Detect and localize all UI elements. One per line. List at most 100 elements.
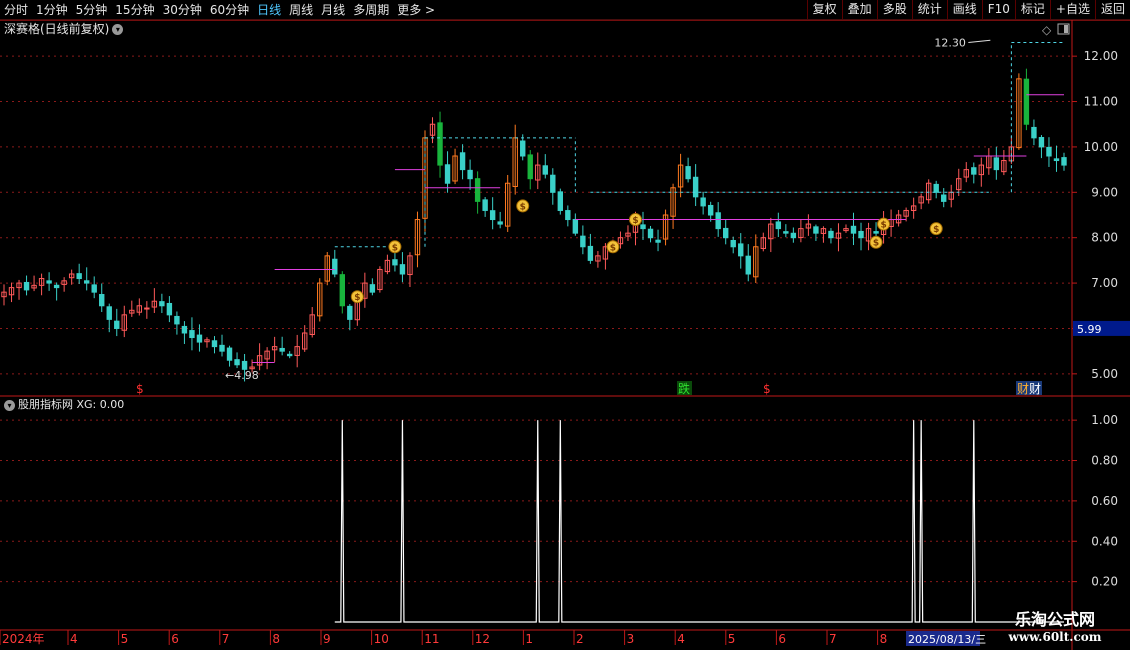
money-bag-icon: $ — [516, 199, 530, 213]
high-price-label: 12.30 — [934, 37, 966, 50]
money-bag-icon: $ — [350, 290, 364, 304]
candle-body — [565, 210, 571, 221]
time-label: 2 — [576, 632, 584, 646]
time-label: 7 — [222, 632, 230, 646]
candle-body — [1046, 146, 1052, 157]
candle-body — [707, 204, 714, 216]
candle-body — [723, 227, 729, 239]
candle-body — [459, 152, 466, 171]
chevron-down-icon[interactable]: ▾ — [4, 399, 15, 411]
time-label: 4 — [70, 632, 78, 646]
candle-body — [993, 157, 1000, 171]
price-tick-label: 10.00 — [1084, 140, 1118, 154]
candlesticks — [1, 68, 1067, 382]
money-bag-icon: $ — [606, 240, 620, 254]
candle-body — [46, 280, 52, 284]
candle-body — [347, 305, 353, 320]
candle-body — [144, 307, 150, 310]
time-label: 10 — [374, 632, 389, 646]
indicator-header[interactable]: ▾ 股朋指标网 XG: 0.00 — [0, 398, 124, 412]
candle-body — [474, 178, 481, 202]
candle-body — [99, 294, 105, 307]
watermark: 乐淘公式网 www.60lt.com — [985, 606, 1125, 646]
time-label: 5 — [728, 632, 736, 646]
candle-body — [1038, 137, 1045, 148]
event-die-marker: 跌 — [678, 381, 690, 396]
money-bag-icon: $ — [869, 235, 883, 249]
money-bag-symbol: $ — [354, 293, 360, 303]
indicator-title: 股朋指标网 XG: 0.00 — [18, 398, 125, 411]
candle-body — [497, 221, 503, 225]
candle-body — [542, 165, 548, 175]
candle-body — [850, 225, 857, 234]
current-price-label: 5.99 — [1077, 323, 1102, 336]
candle-body — [114, 320, 120, 329]
money-bag-icon: $ — [388, 240, 402, 254]
candle-body — [971, 167, 977, 175]
time-label: 2024年 — [2, 632, 45, 646]
price-tick-label: 9.00 — [1091, 185, 1118, 199]
kline-chart[interactable]: 12.0011.0010.009.008.007.006.005.005.991… — [0, 0, 1130, 650]
watermark-name: 乐淘公式网 — [1014, 610, 1095, 629]
candle-body — [159, 301, 165, 307]
candle-body — [745, 255, 751, 275]
candle-body — [730, 240, 736, 248]
time-label: 1 — [525, 632, 533, 646]
candle-body — [550, 174, 556, 193]
event-cai-marker: 财 — [1029, 382, 1041, 396]
candle-body — [392, 259, 398, 266]
time-label: 5 — [121, 632, 129, 646]
candle-body — [858, 230, 864, 239]
candle-body — [279, 347, 285, 352]
time-label: 9 — [323, 632, 331, 646]
candle-body — [783, 231, 789, 234]
candle-body — [655, 239, 661, 243]
time-label: 3 — [627, 632, 635, 646]
candle-body — [873, 231, 879, 234]
watermark-url: www.60lt.com — [1008, 630, 1102, 644]
price-tick-label: 7.00 — [1091, 276, 1118, 290]
candle-body — [813, 226, 819, 234]
candle-body — [489, 210, 496, 221]
high-arrow — [968, 39, 991, 44]
candle-body — [775, 221, 782, 230]
support-lines: 12.30 ←4.98 — [225, 37, 1064, 382]
candle-body — [91, 284, 97, 293]
event-dollar-marker: $ — [136, 382, 144, 396]
candle-body — [467, 169, 473, 180]
candle-body — [53, 284, 60, 289]
candle-body — [1023, 78, 1030, 125]
candle-body — [715, 212, 721, 230]
candle-body — [437, 122, 443, 166]
candle-body — [647, 228, 654, 239]
time-label: 8 — [880, 632, 888, 646]
candle-body — [692, 176, 699, 198]
price-tick-label: 8.00 — [1091, 231, 1118, 245]
time-axis: 2024年 4 5 6 7 8 9 10 11 12 1 2 3 4 5 6 7 8 2025/08/13/三◇ — [0, 23, 1070, 646]
candle-body — [369, 284, 376, 293]
window-toggle-icon-fill — [1064, 25, 1068, 33]
time-label: 4 — [677, 632, 685, 646]
money-bag-symbol: $ — [873, 239, 879, 249]
candle-body — [106, 306, 112, 320]
candle-body — [1031, 126, 1037, 139]
candle-body — [444, 164, 451, 184]
candle-body — [339, 274, 345, 307]
money-bag-icon: $ — [929, 222, 943, 236]
candle-body — [700, 197, 706, 207]
time-label: 6 — [171, 632, 179, 646]
candle-body — [941, 194, 947, 202]
price-axis: 12.0011.0010.009.008.007.006.005.005.991… — [1072, 49, 1130, 589]
grid-lines — [0, 19, 1130, 650]
time-label: 12 — [475, 632, 490, 646]
money-bag-symbol: $ — [392, 243, 398, 253]
money-bag-icon: $ — [628, 213, 642, 227]
candle-body — [790, 232, 797, 239]
candle-body — [738, 243, 744, 257]
indicator-tick-label: 0.80 — [1091, 454, 1118, 468]
candle-body — [211, 340, 218, 348]
event-markers: $$$$$$$ $$ $跌财财 — [136, 199, 1042, 396]
time-label: 6 — [778, 632, 786, 646]
candle-body — [1053, 158, 1060, 162]
candle-body — [83, 280, 90, 284]
